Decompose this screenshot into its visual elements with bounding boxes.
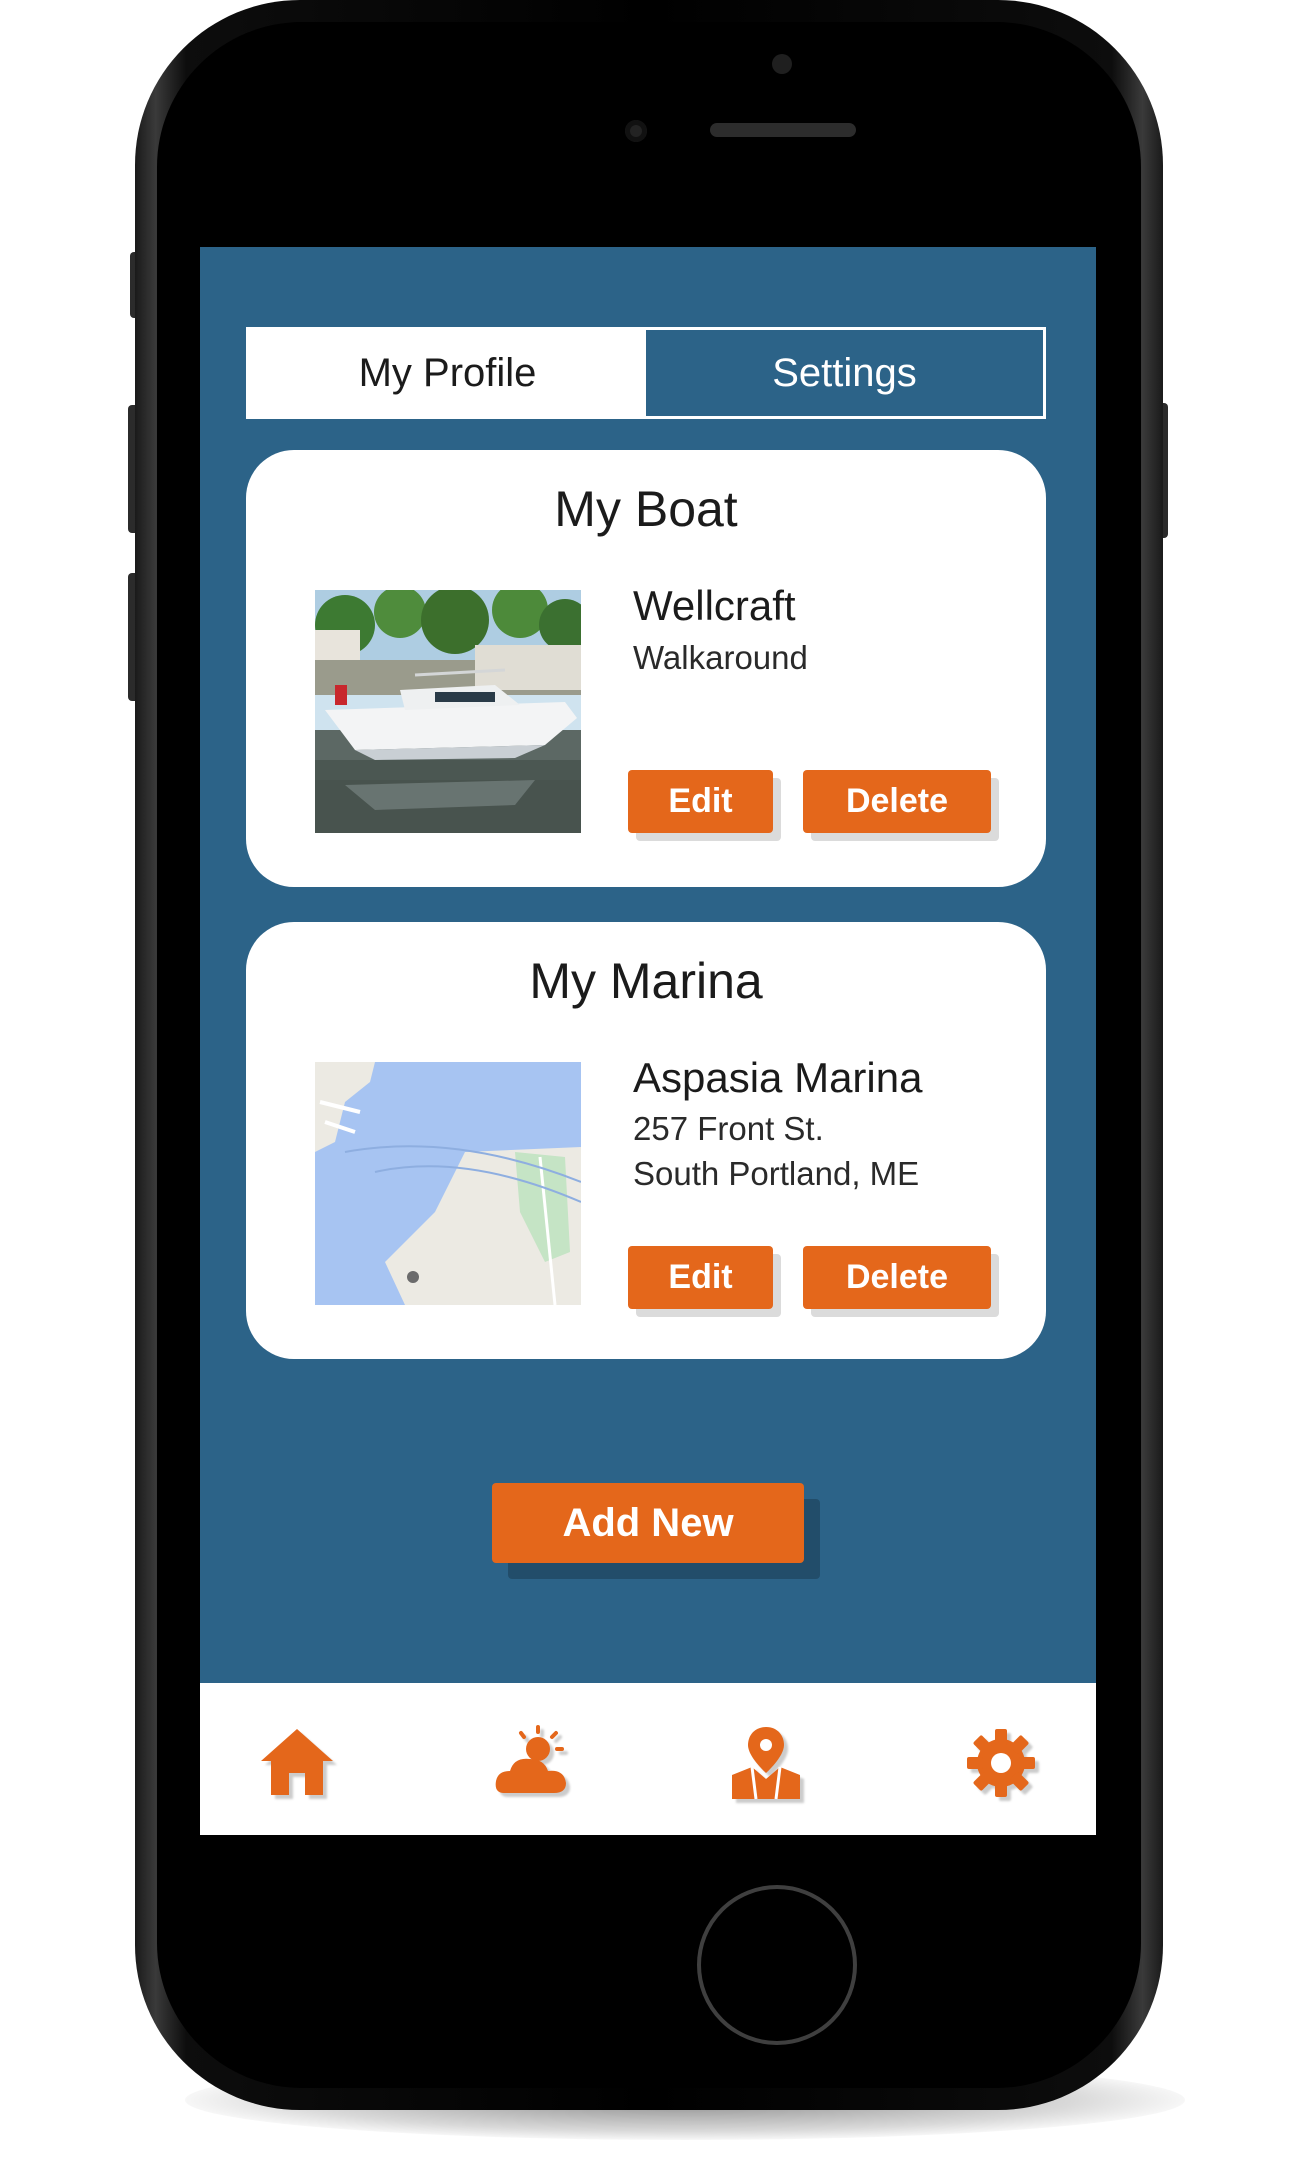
- marina-map: [315, 1062, 581, 1305]
- my-boat-title: My Boat: [554, 481, 738, 537]
- boat-edit-button[interactable]: Edit: [628, 770, 773, 833]
- boat-name: Wellcraft: [633, 582, 796, 629]
- nav-home[interactable]: [257, 1723, 337, 1803]
- gear-icon: [967, 1729, 1035, 1797]
- map-location-icon: [732, 1727, 800, 1800]
- marina-delete-button[interactable]: Delete: [803, 1246, 991, 1309]
- tab-settings[interactable]: Settings: [646, 330, 1043, 416]
- home-icon: [261, 1729, 333, 1795]
- profile-tabs: My Profile Settings: [246, 327, 1046, 419]
- my-marina-card: My Marina Aspasia Marina 257 Front St. S…: [246, 922, 1046, 1359]
- front-camera: [772, 54, 792, 74]
- add-new-button[interactable]: Add New: [492, 1483, 804, 1563]
- proximity-sensor: [625, 120, 647, 142]
- bottom-nav: [200, 1683, 1096, 1835]
- nav-settings[interactable]: [961, 1723, 1041, 1803]
- boat-delete-button[interactable]: Delete: [803, 770, 991, 833]
- marina-edit-button[interactable]: Edit: [628, 1246, 773, 1309]
- weather-icon: [495, 1725, 566, 1793]
- home-button[interactable]: [697, 1885, 857, 2045]
- marina-address-line2: South Portland, ME: [633, 1155, 920, 1192]
- nav-map[interactable]: [726, 1723, 806, 1803]
- my-marina-title: My Marina: [529, 953, 763, 1009]
- marina-address-line1: 257 Front St.: [633, 1110, 824, 1147]
- earpiece-speaker: [710, 123, 856, 137]
- app-screen: My Profile Settings My Boat Wellcraft Wa…: [200, 247, 1096, 1835]
- my-boat-card: My Boat Wellcraft Walkaround Edit Delete: [246, 450, 1046, 887]
- boat-model: Walkaround: [633, 639, 808, 676]
- boat-photo: [315, 590, 581, 833]
- marina-name: Aspasia Marina: [633, 1054, 923, 1101]
- tab-my-profile[interactable]: My Profile: [249, 330, 646, 416]
- nav-weather[interactable]: [492, 1723, 572, 1803]
